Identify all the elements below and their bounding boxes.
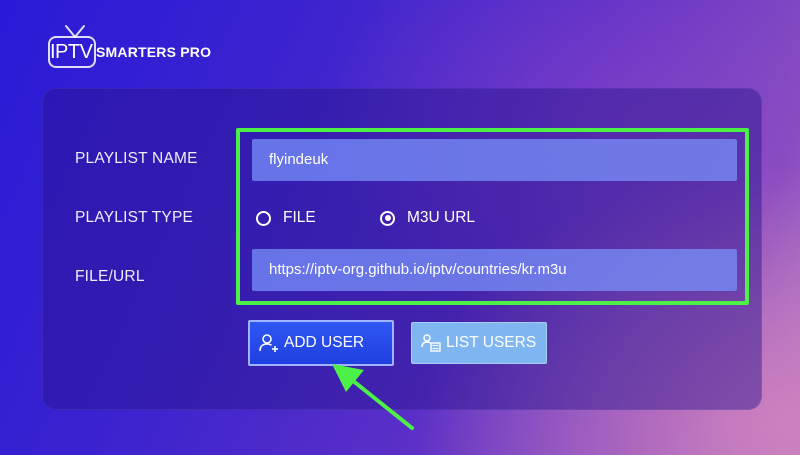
app-logo: IPTV SMARTERS PRO [48, 24, 228, 70]
add-user-label: ADD USER [284, 334, 365, 351]
radio-m3u-url[interactable]: M3U URL [380, 209, 475, 227]
annotation-arrow-icon [332, 364, 414, 430]
logo-iptv-text: IPTV [50, 41, 93, 63]
radio-m3u-url-label: M3U URL [407, 209, 476, 226]
radio-file-indicator [256, 210, 271, 226]
file-url-input[interactable]: https://iptv-org.github.io/iptv/countrie… [252, 249, 737, 291]
file-url-value: https://iptv-org.github.io/iptv/countrie… [269, 261, 567, 278]
add-user-icon [259, 334, 278, 352]
playlist-type-label: PLAYLIST TYPE [75, 209, 194, 226]
list-users-icon [421, 334, 441, 352]
playlist-name-input[interactable]: flyindeuk [252, 139, 737, 181]
radio-m3u-url-indicator [380, 210, 395, 226]
file-url-label: FILE/URL [75, 268, 145, 285]
playlist-name-label: PLAYLIST NAME [75, 150, 198, 167]
radio-file-label: FILE [283, 209, 316, 226]
list-users-button[interactable]: LIST USERS [411, 322, 547, 364]
playlist-name-value: flyindeuk [269, 151, 329, 168]
logo-brand-text: SMARTERS PRO [96, 44, 212, 60]
list-users-label: LIST USERS [446, 334, 537, 351]
radio-file[interactable]: FILE [256, 209, 316, 227]
